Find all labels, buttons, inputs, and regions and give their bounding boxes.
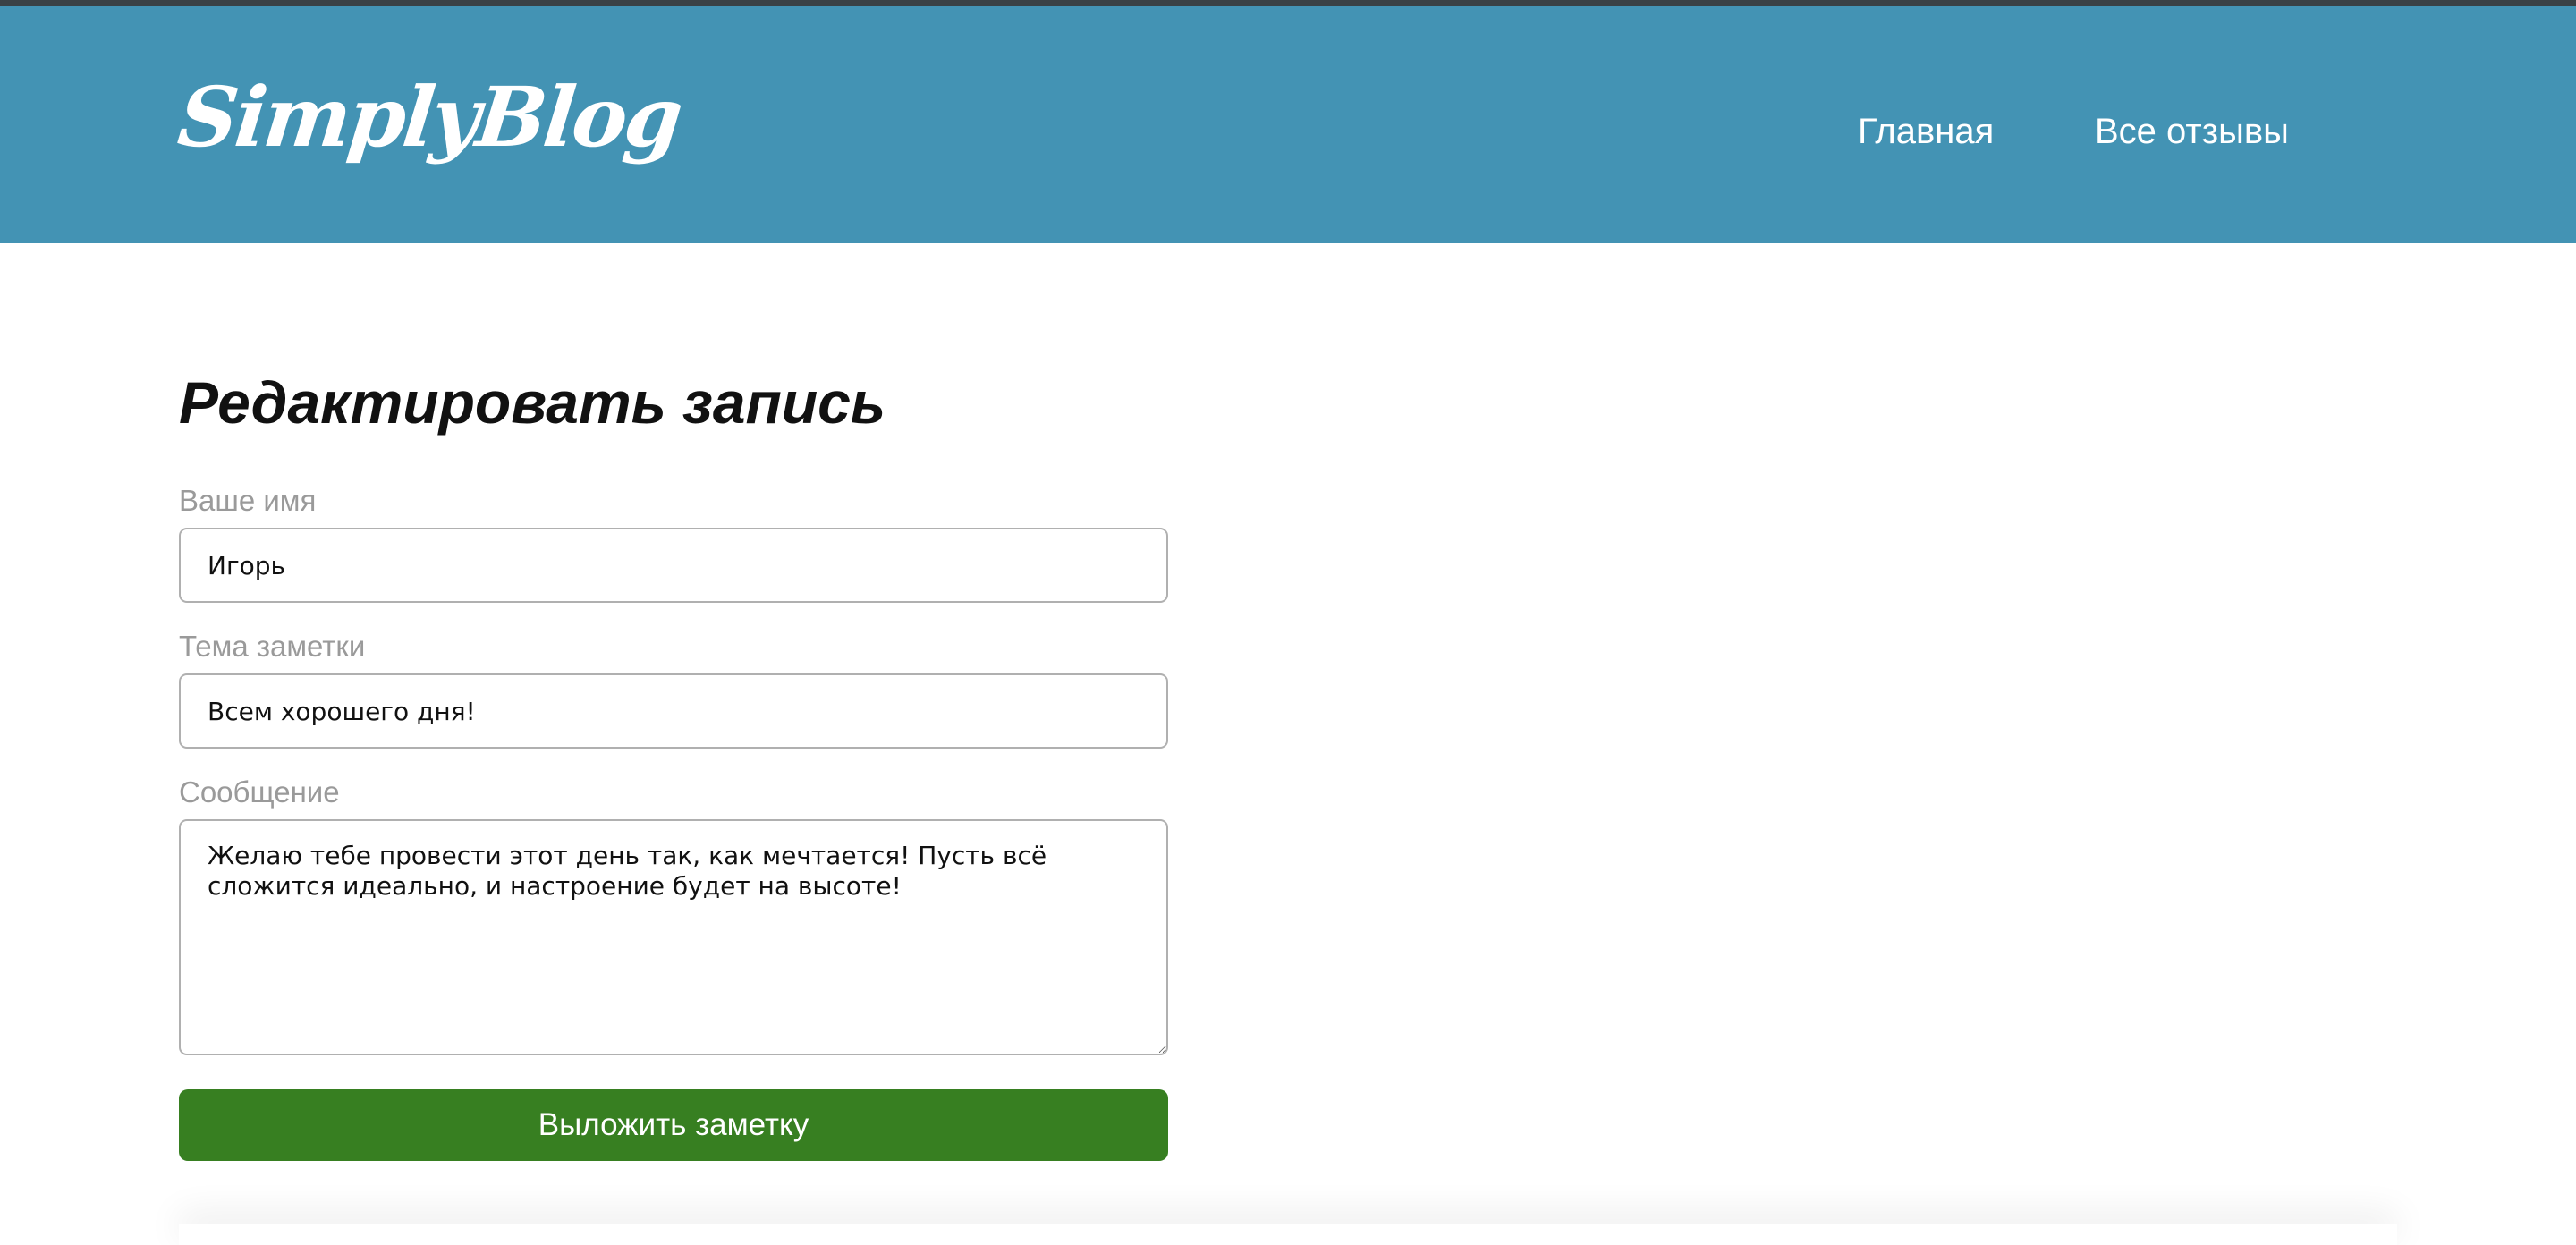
name-input[interactable] xyxy=(179,528,1168,603)
top-border xyxy=(0,0,2576,6)
message-label: Сообщение xyxy=(179,775,340,809)
name-label: Ваше имя xyxy=(179,484,317,517)
submit-note-button[interactable]: Выложить заметку xyxy=(179,1089,1168,1161)
footer-shadow xyxy=(179,1224,2397,1245)
message-textarea[interactable]: Желаю тебе провести этот день так, как м… xyxy=(179,819,1168,1055)
nav-home-link[interactable]: Главная xyxy=(1858,106,1994,157)
page-title: Редактировать запись xyxy=(179,369,886,436)
site-header: SimplyBlog Главная Все отзывы xyxy=(0,6,2576,243)
topic-label: Тема заметки xyxy=(179,630,366,663)
topic-input[interactable] xyxy=(179,673,1168,749)
nav-all-reviews-link[interactable]: Все отзывы xyxy=(2095,106,2289,157)
site-logo[interactable]: SimplyBlog xyxy=(174,69,684,165)
